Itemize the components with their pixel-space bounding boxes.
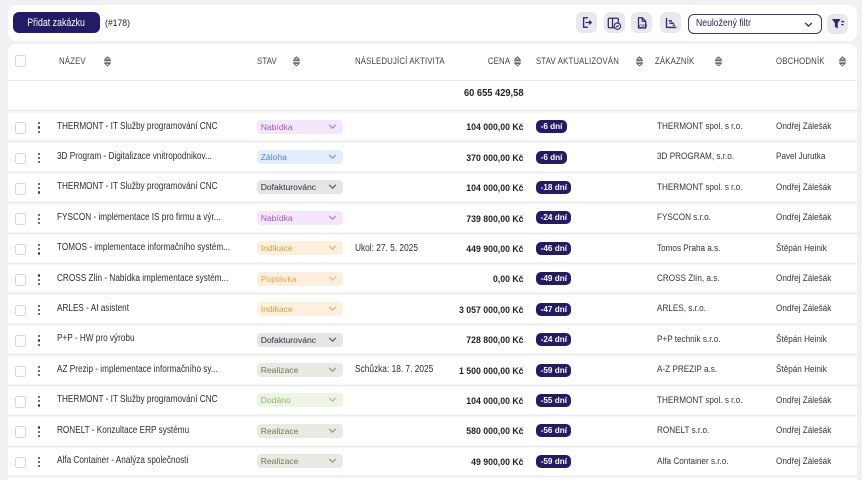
svg-text:CSV: CSV — [639, 23, 647, 28]
